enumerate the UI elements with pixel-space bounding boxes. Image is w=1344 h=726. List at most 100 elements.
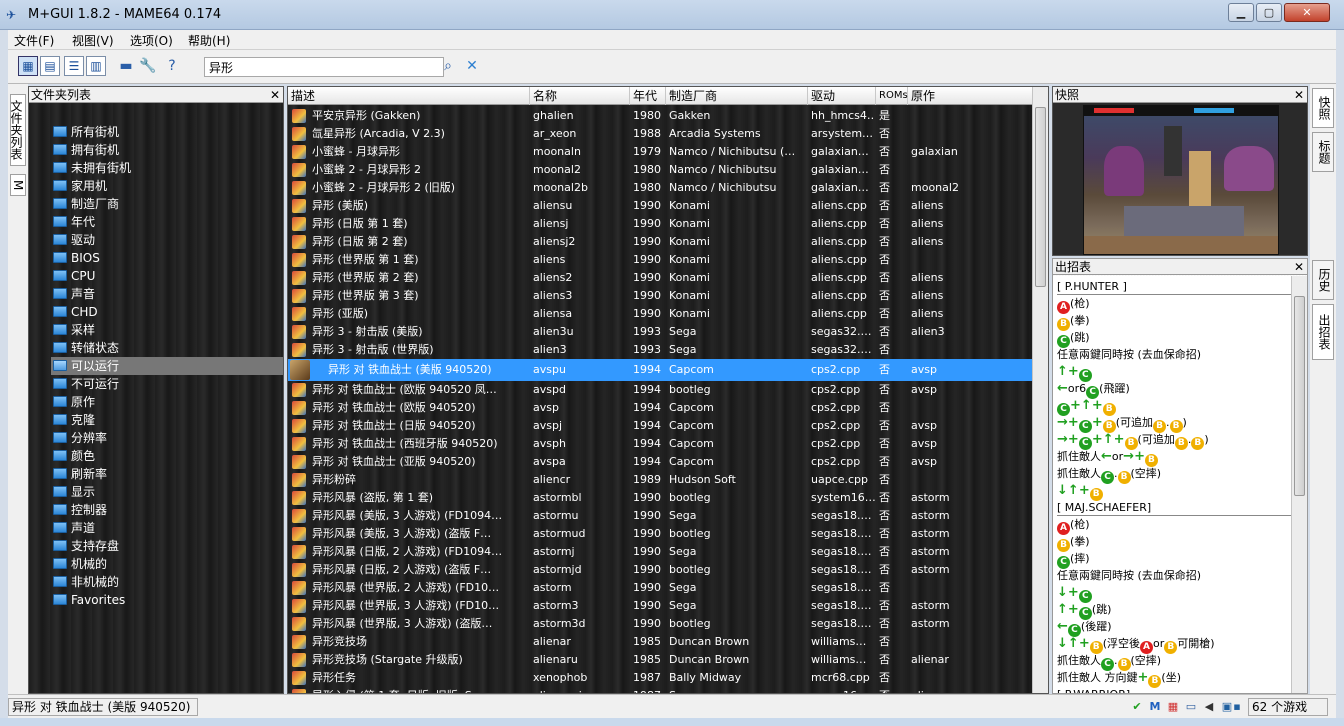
table-cell: 否 <box>879 383 890 396</box>
folder-item[interactable]: CPU <box>51 267 283 285</box>
table-row[interactable]: 异形 (世界版 第 2 套) aliens2 1990 Konami aliens.cp… <box>288 269 1034 287</box>
table-cell: 异形竞技场 <box>312 635 367 648</box>
table-row[interactable]: 异形风暴 (美版, 3 人游戏) (盗版 F… astormud 1990 bootl… <box>288 525 1034 543</box>
folder-item[interactable]: 显示 <box>51 483 283 501</box>
tab-snapshot[interactable]: 快照 <box>1312 88 1334 128</box>
table-row[interactable]: 小蜜蜂 2 - 月球异形 2 (旧版) moonal2b 1980 Namco / N… <box>288 179 1034 197</box>
folder-item[interactable]: 可以运行 <box>51 357 283 375</box>
column-year[interactable]: 年代 <box>630 87 666 105</box>
table-row[interactable]: 异形 对 铁血战士 (日版 940520) avspj 1994 Capcom cps2… <box>288 417 1034 435</box>
folder-item[interactable]: 转储状态 <box>51 339 283 357</box>
table-row[interactable]: 异形 (日版 第 1 套) aliensj 1990 Konami aliens.cpp… <box>288 215 1034 233</box>
folder-item[interactable]: 采样 <box>51 321 283 339</box>
table-row[interactable]: 异形竞技场 (Stargate 升级版) alienaru 1985 Duncan B… <box>288 651 1034 669</box>
column-name[interactable]: 名称 <box>530 87 630 105</box>
table-row[interactable]: 异形 (世界版 第 1 套) aliens 1990 Konami aliens.cpp… <box>288 251 1034 269</box>
folder-item[interactable]: BIOS <box>51 249 283 267</box>
table-row[interactable]: 异形任务 xenophob 1987 Bally Midway mcr68.cpp 否 <box>288 669 1034 687</box>
table-row[interactable]: 异形 对 铁血战士 (欧版 940520) avsp 1994 Capcom cps2.… <box>288 399 1034 417</box>
table-row[interactable]: 平安京异形 (Gakken) ghalien 1980 Gakken hh_hmcs4…… <box>288 107 1034 125</box>
large-icons-view-icon[interactable]: ▦ <box>18 56 38 76</box>
move-list-scrollbar[interactable] <box>1291 276 1307 693</box>
game-list-scroll-thumb[interactable] <box>1035 107 1046 287</box>
table-row[interactable]: 异形风暴 (世界版, 3 人游戏) (FD10… astorm3 1990 Sega s… <box>288 597 1034 615</box>
folder-item[interactable]: 年代 <box>51 213 283 231</box>
table-row[interactable]: 异形 (亚版) aliensa 1990 Konami aliens.cpp 否 alien… <box>288 305 1034 323</box>
table-row[interactable]: 异形 (美版) aliensu 1990 Konami aliens.cpp 否 alien… <box>288 197 1034 215</box>
table-row[interactable]: 异形 (世界版 第 3 套) aliens3 1990 Konami aliens.cp… <box>288 287 1034 305</box>
folder-item[interactable]: 控制器 <box>51 501 283 519</box>
clear-icon[interactable]: ✕ <box>462 56 482 76</box>
folder-item[interactable]: 刷新率 <box>51 465 283 483</box>
table-row[interactable]: 异形入侵 (第 1 套, 日版, 旧版, Sy… aliensynjo 1987Se… <box>288 687 1034 693</box>
table-row[interactable]: 小蜜蜂 - 月球异形 moonaln 1979 Namco / Nichibutsu … <box>288 143 1034 161</box>
help-icon[interactable]: ? <box>162 56 182 76</box>
wrench-icon[interactable]: 🔧 <box>138 56 158 76</box>
folder-item[interactable]: 驱动 <box>51 231 283 249</box>
table-row[interactable]: 异形风暴 (世界版, 2 人游戏) (FD10… astorm 1990 Sega se… <box>288 579 1034 597</box>
folder-item[interactable]: 不可运行 <box>51 375 283 393</box>
folder-item[interactable]: 家用机 <box>51 177 283 195</box>
move-list-scroll-thumb[interactable] <box>1294 296 1305 496</box>
table-row[interactable]: 异形 3 - 射击版 (美版) alien3u 1993 Sega segas32.… 否… <box>288 323 1034 341</box>
menu-view[interactable]: 视图(V) <box>72 32 114 49</box>
search-input[interactable] <box>204 57 444 77</box>
menu-file[interactable]: 文件(F) <box>14 32 54 49</box>
table-row[interactable]: 异形 (日版 第 2 套) aliensj2 1990 Konami aliens.cp… <box>288 233 1034 251</box>
tab-m[interactable]: M <box>10 174 26 196</box>
folder-item[interactable]: 声道 <box>51 519 283 537</box>
column-parent[interactable]: 原作 <box>908 87 1034 105</box>
table-row[interactable]: 异形竞技场 alienar 1985 Duncan Brown williams… 否 <box>288 633 1034 651</box>
column-manufacturer[interactable]: 制造厂商 <box>666 87 808 105</box>
details-view-icon[interactable]: ▥ <box>86 56 106 76</box>
folder-item[interactable]: 颜色 <box>51 447 283 465</box>
folder-icon[interactable]: ▬ <box>116 56 136 76</box>
column-description[interactable]: 描述 <box>288 87 530 105</box>
table-row[interactable]: 小蜜蜂 2 - 月球异形 2 moonal2 1980 Namco / Nichibu… <box>288 161 1034 179</box>
column-driver[interactable]: 驱动 <box>808 87 876 105</box>
move-list-close-icon[interactable]: ✕ <box>1294 259 1304 275</box>
table-row[interactable]: 氙星异形 (Arcadia, V 2.3) ar_xeon 1988 Arcadia … <box>288 125 1034 143</box>
folder-item[interactable]: 克隆 <box>51 411 283 429</box>
close-button[interactable]: ✕ <box>1284 3 1330 22</box>
table-row[interactable]: 异形风暴 (盗版, 第 1 套) astormbl 1990 bootleg syste… <box>288 489 1034 507</box>
table-row[interactable]: 异形风暴 (世界版, 3 人游戏) (盗版… astorm3d 1990 bootle… <box>288 615 1034 633</box>
folder-panel-close-icon[interactable]: ✕ <box>270 87 280 103</box>
tab-folder-list[interactable]: 文件夹列表 <box>9 94 26 166</box>
folder-item[interactable]: 制造厂商 <box>51 195 283 213</box>
folder-item[interactable]: 非机械的 <box>51 573 283 591</box>
folder-item[interactable]: 机械的 <box>51 555 283 573</box>
folder-item[interactable]: 支持存盘 <box>51 537 283 555</box>
search-icon[interactable]: ⌕ <box>438 56 458 76</box>
minimize-button[interactable]: ▁ <box>1228 3 1254 22</box>
table-row[interactable]: 异形风暴 (日版, 2 人游戏) (FD1094… astormj 1990 Sega… <box>288 543 1034 561</box>
folder-item[interactable]: 未拥有街机 <box>51 159 283 177</box>
tab-move-list[interactable]: 出招表 <box>1312 304 1334 360</box>
small-icons-view-icon[interactable]: ▤ <box>40 56 60 76</box>
list-view-icon[interactable]: ☰ <box>64 56 84 76</box>
column-roms[interactable]: ROMs <box>876 87 908 105</box>
folder-item[interactable]: 原作 <box>51 393 283 411</box>
game-list-scrollbar[interactable] <box>1032 87 1048 693</box>
folder-item[interactable]: Favorites <box>51 591 283 609</box>
tab-title[interactable]: 标题 <box>1312 132 1334 172</box>
table-row[interactable]: 异形风暴 (日版, 2 人游戏) (盗版 F… astormjd 1990 bootl… <box>288 561 1034 579</box>
table-row[interactable]: 异形风暴 (美版, 3 人游戏) (FD1094… astormu 1990 Sega… <box>288 507 1034 525</box>
table-row[interactable]: 异形 3 - 射击版 (世界版) alien3 1993 Sega segas32.… 否 <box>288 341 1034 359</box>
snapshot-close-icon[interactable]: ✕ <box>1294 87 1304 103</box>
menu-help[interactable]: 帮助(H) <box>188 32 230 49</box>
folder-item[interactable]: 拥有街机 <box>51 141 283 159</box>
folder-item[interactable]: 分辨率 <box>51 429 283 447</box>
folder-item[interactable]: 声音 <box>51 285 283 303</box>
folder-item[interactable]: CHD <box>51 303 283 321</box>
table-row[interactable]: 异形粉碎 aliencr 1989 Hudson Soft uapce.cpp 否 <box>288 471 1034 489</box>
maximize-button[interactable]: ▢ <box>1256 3 1282 22</box>
menu-options[interactable]: 选项(O) <box>130 32 173 49</box>
table-row[interactable]: 异形 对 铁血战士 (欧版 940520 凤… avspd 1994 bootleg c… <box>288 381 1034 399</box>
folder-item[interactable]: 所有街机 <box>51 123 283 141</box>
table-row[interactable]: 异形 对 铁血战士 (西班牙版 940520) avsph 1994 Capcom cp… <box>288 435 1034 453</box>
table-cell: aliens <box>911 307 944 320</box>
table-row[interactable]: 异形 对 铁血战士 (亚版 940520) avspa 1994 Capcom cps2… <box>288 453 1034 471</box>
tab-history[interactable]: 历史 <box>1312 260 1334 300</box>
table-row[interactable]: 异形 对 铁血战士 (美版 940520) avspu 1994 Capcom cps2… <box>288 359 1034 381</box>
